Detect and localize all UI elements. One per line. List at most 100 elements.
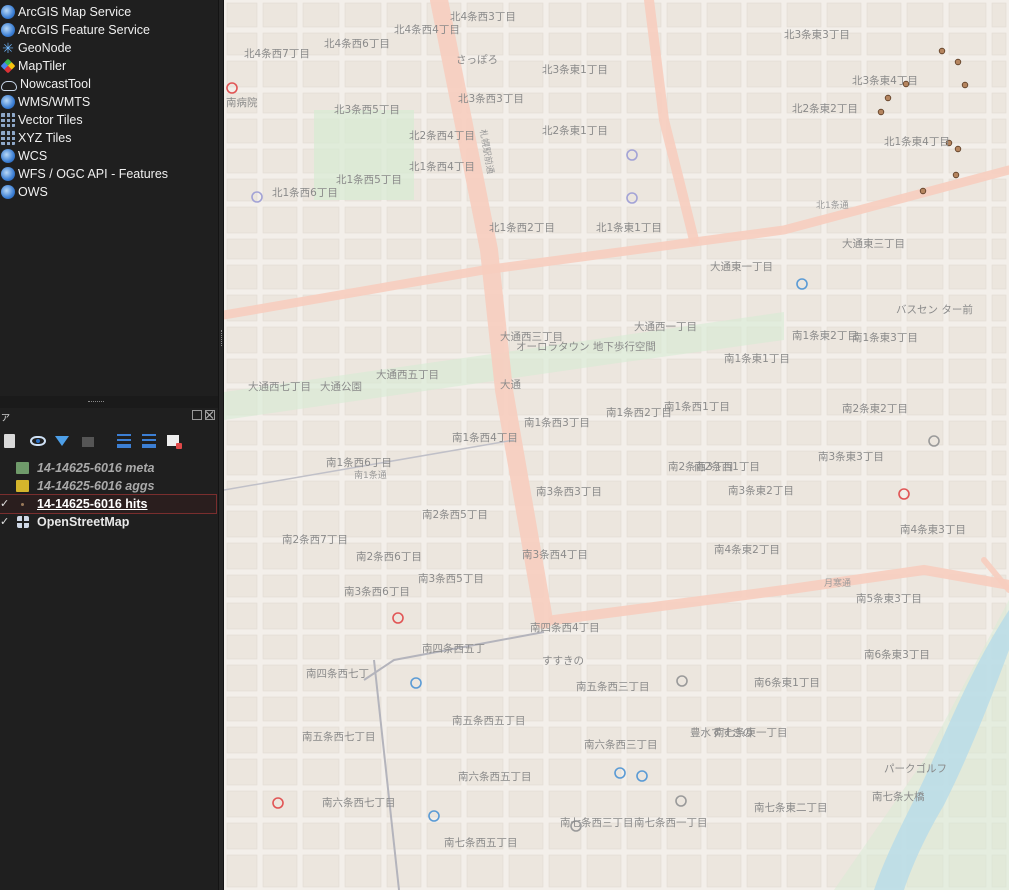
city-block [706, 32, 742, 56]
city-block [991, 294, 1007, 322]
city-block [948, 118, 987, 144]
panel-splitter[interactable] [0, 396, 218, 408]
city-block [906, 388, 944, 416]
city-block [302, 758, 340, 786]
city-block [386, 602, 422, 630]
city-block [302, 822, 340, 850]
city-block [302, 264, 340, 290]
layer-row[interactable]: ✓ OpenStreetMap [0, 513, 216, 531]
map-label: 南3条西6丁目 [344, 585, 410, 598]
map-label: 北1条東4丁目 [884, 135, 950, 148]
map-label: 南七条東二丁目 [754, 801, 828, 814]
city-block [991, 118, 1007, 144]
city-block [666, 294, 702, 322]
city-block [586, 854, 622, 888]
city-block [706, 178, 742, 202]
browser-item[interactable]: Vector Tiles [0, 111, 83, 129]
city-block [262, 148, 298, 174]
city-block [786, 238, 822, 260]
city-block [746, 510, 782, 538]
filter-legend-icon[interactable] [55, 436, 69, 446]
add-group-icon[interactable] [82, 437, 94, 447]
city-block [426, 238, 462, 260]
city-block [548, 178, 582, 202]
city-block [626, 118, 662, 144]
city-block [508, 790, 544, 818]
city-block [426, 294, 462, 322]
city-block [226, 822, 258, 850]
map-label: 南六条西五丁目 [458, 770, 532, 783]
city-block [426, 178, 462, 202]
city-block [344, 60, 382, 88]
map-label: 大通西一丁目 [634, 320, 697, 333]
city-block [262, 696, 298, 722]
undock-panel-button[interactable] [192, 410, 202, 420]
layer-symbol-swatch [16, 462, 29, 474]
layers-panel: ァ 14-14625-6016 meta 14-14625-6016 aggs ✓ 1… [0, 408, 218, 890]
browser-item[interactable]: ArcGIS Map Service [0, 3, 131, 21]
city-block [508, 664, 544, 692]
city-block [866, 480, 902, 506]
map-svg[interactable]: 北4条西7丁目北4条西6丁目北4条西4丁目さっぽろ北4条西3丁目北3条西5丁目北… [224, 0, 1009, 890]
browser-item[interactable]: WCS [0, 147, 47, 165]
browser-item[interactable]: NowcastTool [0, 75, 91, 93]
hit-point [877, 108, 885, 116]
collapse-all-icon[interactable] [142, 434, 156, 448]
city-block [948, 206, 987, 234]
close-panel-button[interactable] [205, 410, 215, 420]
city-block [586, 574, 622, 598]
browser-item[interactable]: WMS/WMTS [0, 93, 90, 111]
browser-panel: ArcGIS Map Service ArcGIS Feature Service… [0, 0, 218, 396]
city-block [906, 92, 944, 114]
city-block [466, 602, 504, 630]
city-block [666, 510, 702, 538]
city-block [948, 32, 987, 56]
remove-layer-icon[interactable] [167, 435, 182, 449]
layer-row[interactable]: 14-14625-6016 aggs [0, 477, 216, 495]
city-block [666, 32, 702, 56]
layer-visibility-checkbox[interactable]: ✓ [0, 495, 9, 513]
city-block [466, 854, 504, 888]
map-label: 南七条西三丁目 [560, 816, 634, 829]
map-label: 南2条東2丁目 [842, 402, 908, 415]
browser-item[interactable]: XYZ Tiles [0, 129, 72, 147]
browser-item-label: WMS/WMTS [18, 95, 91, 109]
city-block [626, 148, 662, 174]
expand-all-icon[interactable] [117, 434, 131, 448]
city-block [906, 358, 944, 384]
layers-panel-title-bar: ァ [0, 408, 218, 424]
city-block [706, 790, 742, 818]
city-block [786, 294, 822, 322]
browser-item[interactable]: ArcGIS Feature Service [0, 21, 150, 39]
map-label: 南七条西五丁目 [444, 836, 518, 849]
city-block [991, 264, 1007, 290]
layer-name: 14-14625-6016 hits [37, 497, 148, 511]
city-block [302, 634, 340, 660]
city-block [746, 32, 782, 56]
city-block [548, 294, 582, 322]
browser-item[interactable]: OWS [0, 183, 48, 201]
city-block [866, 726, 902, 754]
layer-row[interactable]: 14-14625-6016 meta [0, 459, 216, 477]
layer-row[interactable]: ✓ 14-14625-6016 hits [0, 494, 217, 514]
manage-visibility-icon[interactable] [30, 436, 46, 446]
browser-item[interactable]: ✳ GeoNode [0, 39, 71, 57]
city-block [948, 602, 987, 630]
city-block [426, 790, 462, 818]
open-layer-styling-icon[interactable] [4, 434, 15, 448]
city-block [948, 420, 987, 446]
browser-item[interactable]: WFS / OGC API - Features [0, 165, 168, 183]
city-block [226, 696, 258, 722]
city-block [226, 450, 258, 476]
map-label: 大通西七丁目 [248, 380, 311, 393]
hit-point [938, 47, 946, 55]
city-block [948, 148, 987, 174]
layer-visibility-checkbox[interactable]: ✓ [0, 513, 9, 531]
map-label: 北3条東3丁目 [784, 28, 850, 41]
map-label: 北3条西3丁目 [458, 92, 524, 105]
map-label: 北3条東4丁目 [852, 74, 918, 87]
map-canvas[interactable]: 北4条西7丁目 北4条西6丁目 北4条西4丁目 さっぽろ 北4条西3丁目 北3条西5丁目北… [224, 0, 1009, 890]
city-block [991, 178, 1007, 202]
browser-item[interactable]: MapTiler [0, 57, 66, 75]
city-block [426, 542, 462, 570]
